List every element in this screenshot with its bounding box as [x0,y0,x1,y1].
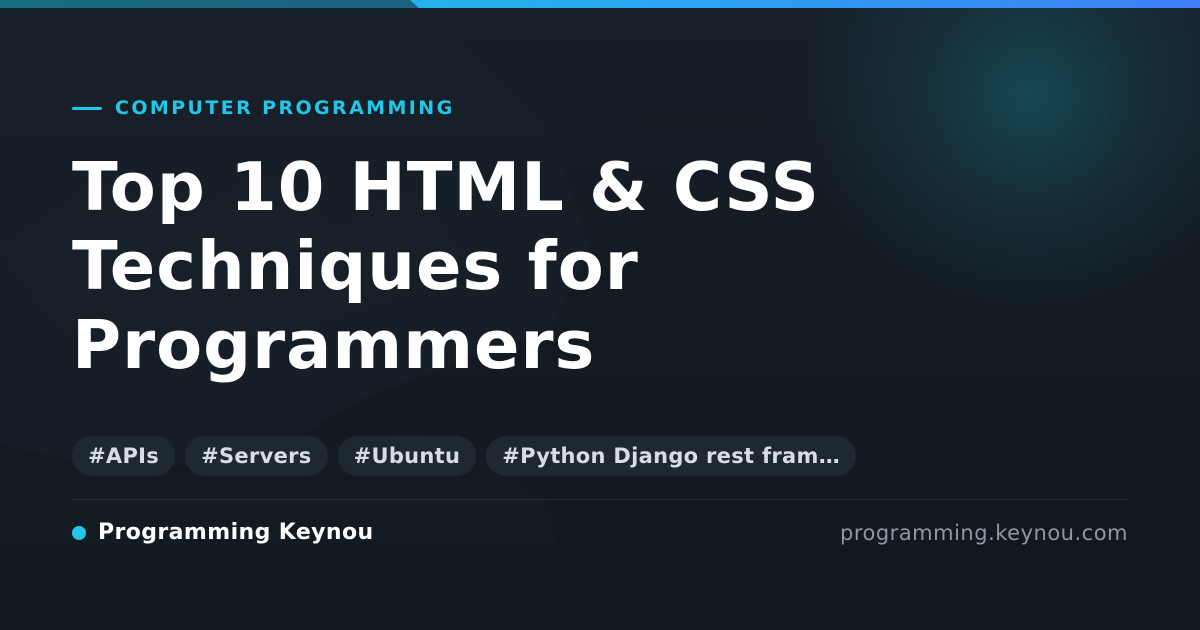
tag-python-django[interactable]: #Python Django rest fram… [486,436,857,476]
tag-ubuntu[interactable]: #Ubuntu [337,436,477,476]
article-title: Top 10 HTML & CSS Techniques for Program… [72,148,820,384]
tag-apis[interactable]: #APIs [72,436,176,476]
accent-top-bar [0,0,1200,8]
brand: Programming Keynou [72,518,374,548]
brand-dot-icon [72,526,86,540]
brand-name: Programming Keynou [98,520,374,545]
tag-servers[interactable]: #Servers [185,436,328,476]
category-text: COMPUTER PROGRAMMING [115,97,455,119]
site-url[interactable]: programming.keynou.com [840,518,1128,548]
category-accent-line [72,106,102,110]
share-card: COMPUTER PROGRAMMING Top 10 HTML & CSS T… [0,0,1200,630]
tag-list: #APIs #Servers #Ubuntu #Python Django re… [72,436,857,476]
footer-divider [72,499,1128,500]
category-label: COMPUTER PROGRAMMING [72,96,455,120]
